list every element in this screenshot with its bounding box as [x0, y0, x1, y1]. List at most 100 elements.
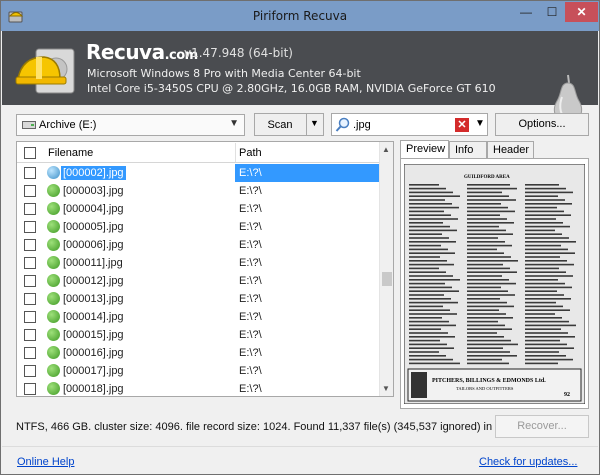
preview-text-line [525, 210, 564, 213]
preview-text-line [525, 260, 567, 262]
drive-dropdown[interactable]: Archive (E:) ▼ [16, 114, 245, 136]
table-row[interactable]: [000002].jpg E:\?\ [17, 164, 379, 182]
preview-text-line [467, 290, 508, 292]
maximize-button[interactable]: ☐ [539, 2, 565, 22]
table-row[interactable]: [000014].jpg E:\?\ [17, 308, 379, 326]
scan-button[interactable]: Scan ▼ [254, 113, 324, 136]
preview-text-line [409, 222, 443, 224]
preview-text-line [409, 347, 454, 349]
column-filename[interactable]: Filename [48, 147, 93, 159]
clear-filter-icon[interactable]: ✕ [455, 118, 469, 132]
scan-menu-chevron-icon[interactable]: ▼ [310, 118, 319, 128]
recovery-state-icon [47, 274, 60, 287]
preview-text-line [467, 241, 505, 243]
preview-text-line [525, 328, 561, 330]
table-row[interactable]: [000016].jpg E:\?\ [17, 344, 379, 362]
preview-text-line [409, 267, 439, 270]
preview-text-line [467, 286, 501, 289]
scroll-up-icon[interactable]: ▲ [382, 145, 390, 154]
file-name: [000004].jpg [63, 203, 124, 215]
table-row[interactable]: [000006].jpg E:\?\ [17, 236, 379, 254]
preview-text-line [525, 252, 575, 254]
chevron-down-icon[interactable]: ▼ [475, 118, 485, 129]
row-checkbox[interactable] [24, 257, 36, 269]
check-updates-link[interactable]: Check for updates... [479, 456, 577, 468]
preview-text-line [467, 260, 518, 262]
preview-text-line [467, 301, 507, 304]
preview-image-page: 92 [564, 392, 570, 398]
recovery-state-icon [47, 382, 60, 395]
file-name: [000013].jpg [63, 293, 124, 305]
recover-button[interactable]: Recover... [495, 415, 589, 438]
preview-text-line [467, 187, 517, 190]
row-checkbox[interactable] [24, 311, 36, 323]
column-path[interactable]: Path [239, 147, 262, 159]
tab-header[interactable]: Header [487, 141, 534, 159]
table-row[interactable]: [000004].jpg E:\?\ [17, 200, 379, 218]
preview-text-line [525, 206, 557, 209]
row-checkbox[interactable] [24, 383, 36, 395]
recovery-state-icon [47, 184, 60, 197]
table-row[interactable]: [000017].jpg E:\?\ [17, 362, 379, 380]
table-row[interactable]: [000015].jpg E:\?\ [17, 326, 379, 344]
tab-preview[interactable]: Preview [400, 140, 449, 159]
table-row[interactable]: [000005].jpg E:\?\ [17, 218, 379, 236]
minimize-button[interactable]: — [513, 2, 539, 22]
scroll-down-icon[interactable]: ▼ [382, 384, 390, 393]
preview-text-line [409, 252, 455, 254]
table-row[interactable]: [000018].jpg E:\?\ [17, 380, 379, 396]
row-checkbox[interactable] [24, 167, 36, 179]
row-checkbox[interactable] [24, 293, 36, 305]
preview-text-line [467, 328, 512, 330]
preview-text-line [467, 309, 499, 311]
preview-text-line [525, 336, 575, 338]
table-row[interactable]: [000013].jpg E:\?\ [17, 290, 379, 308]
row-checkbox[interactable] [24, 275, 36, 287]
preview-text-line [409, 294, 444, 296]
preview-text-line [409, 320, 449, 323]
preview-text-line [409, 358, 453, 361]
filename-filter[interactable]: .jpg ✕ ▼ [331, 113, 488, 136]
scroll-thumb[interactable] [382, 272, 392, 286]
file-name: [000003].jpg [63, 185, 124, 197]
preview-text-line [525, 263, 574, 266]
online-help-link[interactable]: Online Help [17, 456, 74, 468]
close-button[interactable]: ✕ [565, 2, 598, 22]
row-checkbox[interactable] [24, 365, 36, 377]
table-row[interactable]: [000003].jpg E:\?\ [17, 182, 379, 200]
options-button[interactable]: Options... [495, 113, 589, 136]
select-all-checkbox[interactable] [24, 147, 36, 159]
preview-text-line [467, 332, 497, 334]
filter-input[interactable]: .jpg [353, 119, 371, 131]
table-row[interactable]: [000012].jpg E:\?\ [17, 272, 379, 290]
recovery-state-icon [47, 202, 60, 215]
preview-text-line [409, 256, 440, 258]
preview-text-line [467, 347, 503, 349]
tab-info[interactable]: Info [449, 141, 487, 159]
row-checkbox[interactable] [24, 185, 36, 197]
row-checkbox[interactable] [24, 221, 36, 233]
row-checkbox[interactable] [24, 203, 36, 215]
row-checkbox[interactable] [24, 347, 36, 359]
preview-text-line [467, 305, 514, 308]
preview-text-line [409, 317, 442, 319]
column-divider[interactable] [235, 143, 236, 162]
window-title: Piriform Recuva [252, 9, 348, 23]
preview-text-line [409, 195, 460, 197]
recovery-state-icon [47, 292, 60, 305]
preview-text-line [525, 241, 576, 243]
recuva-window: Piriform Recuva — ☐ ✕ Recuva.com v1.47.9… [0, 0, 600, 475]
file-name: [000006].jpg [63, 239, 124, 251]
row-checkbox[interactable] [24, 239, 36, 251]
vertical-scrollbar[interactable]: ▲ ▼ [379, 142, 393, 396]
file-list[interactable]: Filename Path [000002].jpg E:\?\ [000003].… [16, 141, 394, 397]
preview-text-line [467, 271, 517, 273]
preview-text-line [467, 355, 517, 357]
preview-text-line [525, 301, 556, 304]
title-bar[interactable]: Piriform Recuva — ☐ ✕ [1, 1, 599, 31]
preview-text-line [409, 343, 447, 346]
preview-text-line [467, 362, 509, 365]
row-checkbox[interactable] [24, 329, 36, 341]
table-row[interactable]: [000011].jpg E:\?\ [17, 254, 379, 272]
preview-text-line [409, 210, 444, 213]
